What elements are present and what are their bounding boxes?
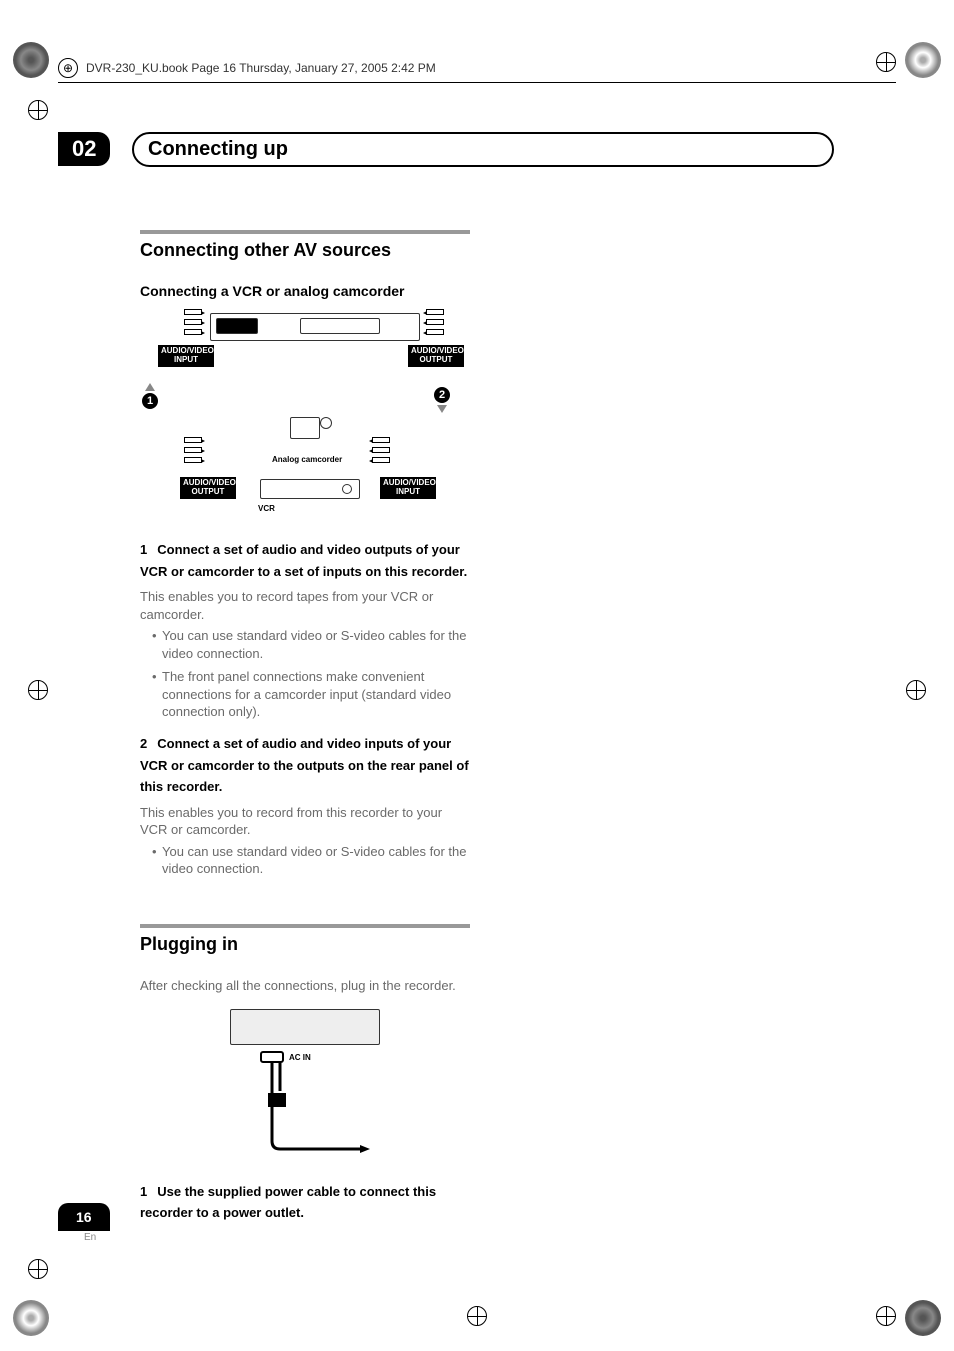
step-number: 2 bbox=[140, 736, 147, 751]
step-block: 2Connect a set of audio and video inputs… bbox=[140, 733, 470, 798]
plug-icon bbox=[184, 447, 202, 453]
content-column: Connecting other AV sources Connecting a… bbox=[140, 230, 470, 1230]
registration-mark bbox=[876, 1306, 896, 1326]
step-block: 1Use the supplied power cable to connect… bbox=[140, 1181, 470, 1224]
step-number: 1 bbox=[140, 1184, 147, 1199]
crop-mark-bl bbox=[13, 1300, 49, 1336]
registration-mark bbox=[28, 100, 48, 120]
plug-icon bbox=[372, 447, 390, 453]
crop-mark-tl bbox=[13, 42, 49, 78]
camcorder-label: Analog camcorder bbox=[272, 455, 342, 464]
registration-mark bbox=[906, 680, 926, 700]
body-text: This enables you to record from this rec… bbox=[140, 804, 470, 839]
section-divider bbox=[140, 924, 470, 928]
list-item: The front panel connections make conveni… bbox=[152, 668, 470, 721]
camcorder-lens bbox=[320, 417, 332, 429]
callout-number-1: 1 bbox=[142, 393, 158, 409]
section-heading: Connecting other AV sources bbox=[140, 240, 470, 261]
crop-mark-tr bbox=[905, 42, 941, 78]
step-title: Connect a set of audio and video inputs … bbox=[140, 736, 469, 794]
label-av-output: AUDIO/VIDEO OUTPUT bbox=[180, 477, 236, 499]
plug-icon bbox=[184, 319, 202, 325]
camcorder-device bbox=[290, 417, 320, 439]
plug-icon bbox=[372, 457, 390, 463]
vcr-label: VCR bbox=[258, 504, 275, 513]
book-icon: ⊕ bbox=[58, 58, 78, 78]
step-title: Connect a set of audio and video outputs… bbox=[140, 542, 467, 579]
print-header-text: DVR-230_KU.book Page 16 Thursday, Januar… bbox=[86, 61, 436, 75]
label-av-input: AUDIO/VIDEO INPUT bbox=[380, 477, 436, 499]
page-number-badge: 16 bbox=[58, 1203, 110, 1231]
ac-socket bbox=[260, 1051, 284, 1063]
subsection-heading: Connecting a VCR or analog camcorder bbox=[140, 283, 470, 299]
power-cable bbox=[260, 1063, 380, 1159]
callout-number-2: 2 bbox=[434, 387, 450, 403]
section-heading: Plugging in bbox=[140, 934, 470, 955]
label-av-input: AUDIO/VIDEO INPUT bbox=[158, 345, 214, 367]
plugging-in-diagram: AC IN bbox=[205, 1003, 405, 1163]
print-header: ⊕ DVR-230_KU.book Page 16 Thursday, Janu… bbox=[58, 58, 896, 83]
connection-diagram-vcr: AUDIO/VIDEO INPUT AUDIO/VIDEO OUTPUT 1 2… bbox=[140, 309, 450, 519]
step-block: 1Connect a set of audio and video output… bbox=[140, 539, 470, 582]
page-language: En bbox=[84, 1232, 96, 1243]
chapter-title-bar: Connecting up bbox=[132, 132, 834, 167]
recorder-rear bbox=[230, 1009, 380, 1045]
list-item: You can use standard video or S-video ca… bbox=[152, 843, 470, 878]
plug-icon bbox=[184, 457, 202, 463]
arrow-down-icon bbox=[437, 405, 447, 413]
plug-icon bbox=[372, 437, 390, 443]
body-text: This enables you to record tapes from yo… bbox=[140, 588, 470, 623]
plug-icon bbox=[426, 309, 444, 315]
registration-mark bbox=[28, 680, 48, 700]
chapter-number-tab: 02 bbox=[58, 132, 110, 166]
section-divider bbox=[140, 230, 470, 234]
registration-mark bbox=[28, 1259, 48, 1279]
plug-icon bbox=[184, 329, 202, 335]
recorder-panel bbox=[216, 318, 258, 334]
crop-mark-br bbox=[905, 1300, 941, 1336]
plug-icon bbox=[184, 437, 202, 443]
step-number: 1 bbox=[140, 542, 147, 557]
step-title: Use the supplied power cable to connect … bbox=[140, 1184, 436, 1221]
recorder-displays bbox=[300, 318, 380, 334]
plug-icon bbox=[426, 329, 444, 335]
plug-icon bbox=[426, 319, 444, 325]
bullet-list: You can use standard video or S-video ca… bbox=[140, 843, 470, 878]
list-item: You can use standard video or S-video ca… bbox=[152, 627, 470, 662]
vcr-dial bbox=[342, 484, 352, 494]
registration-mark bbox=[467, 1306, 487, 1326]
chapter-title: Connecting up bbox=[148, 138, 288, 160]
body-text: After checking all the connections, plug… bbox=[140, 977, 470, 995]
plug-icon bbox=[184, 309, 202, 315]
label-av-output: AUDIO/VIDEO OUTPUT bbox=[408, 345, 464, 367]
arrow-up-icon bbox=[145, 383, 155, 391]
bullet-list: You can use standard video or S-video ca… bbox=[140, 627, 470, 721]
ac-in-label: AC IN bbox=[289, 1053, 311, 1062]
